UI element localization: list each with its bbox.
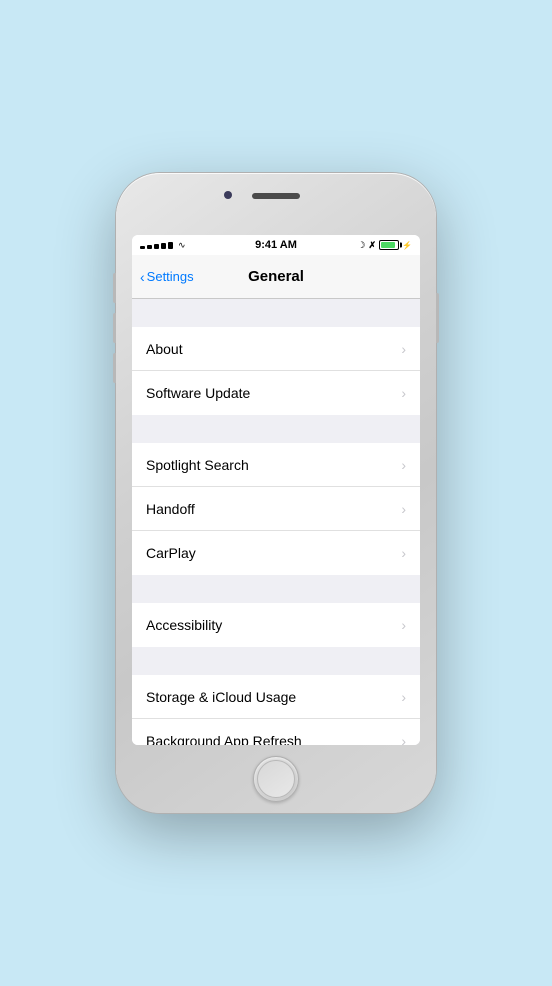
chevron-accessibility-icon: › (401, 617, 406, 633)
section-3: Accessibility › (132, 603, 420, 647)
row-background-refresh[interactable]: Background App Refresh › (132, 719, 420, 745)
row-carplay-label: CarPlay (146, 545, 401, 561)
speaker (252, 193, 300, 199)
bluetooth-icon: ✗ (368, 240, 376, 251)
row-software-update-label: Software Update (146, 385, 401, 401)
signal-dot-4 (161, 243, 166, 249)
signal-bars (140, 242, 173, 249)
chevron-storage-icon: › (401, 689, 406, 705)
settings-list: About › Software Update › Spotlight Sear… (132, 299, 420, 745)
row-about-label: About (146, 341, 401, 357)
wifi-icon: ∿ (178, 240, 186, 251)
chevron-background-icon: › (401, 733, 406, 745)
battery-indicator (379, 240, 399, 250)
section-2: Spotlight Search › Handoff › CarPlay › (132, 443, 420, 575)
section-1: About › Software Update › (132, 327, 420, 415)
status-bar: ∿ 9:41 AM ☽ ✗ ⚡ (132, 235, 420, 255)
row-handoff[interactable]: Handoff › (132, 487, 420, 531)
section-4: Storage & iCloud Usage › Background App … (132, 675, 420, 745)
back-button[interactable]: ‹ Settings (140, 269, 194, 284)
signal-dot-3 (154, 244, 159, 249)
section-gap-3 (132, 575, 420, 603)
signal-dot-1 (140, 246, 145, 249)
row-accessibility-label: Accessibility (146, 617, 401, 633)
section-gap-1 (132, 299, 420, 327)
chevron-carplay-icon: › (401, 545, 406, 561)
home-button-area (116, 745, 436, 813)
chevron-spotlight-icon: › (401, 457, 406, 473)
home-button-inner (257, 760, 295, 798)
back-label: Settings (147, 269, 194, 284)
chevron-software-icon: › (401, 385, 406, 401)
battery-fill (381, 242, 395, 248)
chevron-about-icon: › (401, 341, 406, 357)
camera (224, 191, 232, 199)
signal-dot-2 (147, 245, 152, 249)
signal-dot-5 (168, 242, 173, 249)
charging-icon: ⚡ (402, 241, 412, 250)
row-carplay[interactable]: CarPlay › (132, 531, 420, 575)
section-gap-2 (132, 415, 420, 443)
row-background-refresh-label: Background App Refresh (146, 733, 401, 745)
row-spotlight-search[interactable]: Spotlight Search › (132, 443, 420, 487)
back-chevron-icon: ‹ (140, 270, 145, 284)
row-about[interactable]: About › (132, 327, 420, 371)
status-time: 9:41 AM (255, 239, 297, 251)
row-handoff-label: Handoff (146, 501, 401, 517)
phone-screen: ∿ 9:41 AM ☽ ✗ ⚡ ‹ Settings General (132, 235, 420, 745)
status-right: ☽ ✗ ⚡ (357, 240, 412, 251)
row-storage-label: Storage & iCloud Usage (146, 689, 401, 705)
row-storage[interactable]: Storage & iCloud Usage › (132, 675, 420, 719)
section-gap-4 (132, 647, 420, 675)
row-spotlight-label: Spotlight Search (146, 457, 401, 473)
page-title: General (248, 268, 304, 285)
home-button[interactable] (253, 756, 299, 802)
navigation-bar: ‹ Settings General (132, 255, 420, 299)
chevron-handoff-icon: › (401, 501, 406, 517)
moon-icon: ☽ (357, 240, 365, 251)
row-software-update[interactable]: Software Update › (132, 371, 420, 415)
phone-frame: ∿ 9:41 AM ☽ ✗ ⚡ ‹ Settings General (116, 173, 436, 813)
row-accessibility[interactable]: Accessibility › (132, 603, 420, 647)
status-left: ∿ (140, 240, 186, 251)
